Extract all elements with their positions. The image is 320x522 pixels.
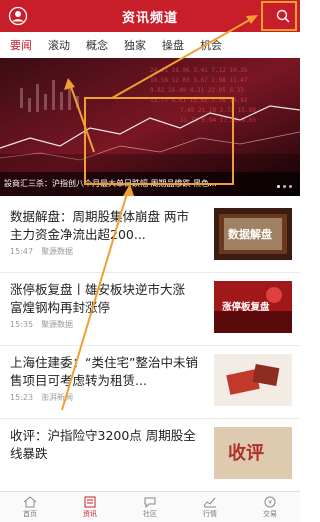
news-thumbnail: 收评 [214, 427, 292, 479]
nav-label: 首页 [23, 509, 37, 518]
tab-dujia[interactable]: 独家 [122, 37, 148, 53]
news-time: 15:35 [10, 320, 34, 329]
nav-label: 行情 [203, 509, 217, 518]
page-title: 资讯频道 [121, 10, 178, 26]
bottom-nav: 首页 资讯 社区 行情 ¥ 交易 [0, 491, 300, 522]
list-item[interactable]: 收评：沪指险守3200点 周期股全线暴跌 收评 [0, 419, 300, 492]
tab-jihui[interactable]: 机会 [198, 37, 224, 53]
svg-text:24.21 18.96 3.41 7.12 10.25: 24.21 18.96 3.41 7.12 10.25 [150, 67, 248, 74]
news-source: 聚源数据 [41, 247, 74, 256]
carousel-dots [277, 185, 292, 188]
news-meta: 15:47 聚源数据 [10, 246, 73, 257]
hero-banner[interactable]: 24.21 18.96 3.41 7.12 10.25 18.56 12.03 … [0, 58, 300, 196]
nav-community[interactable]: 社区 [120, 492, 180, 522]
news-list: 数据解盘：周期股集体崩盘 两市主力资金净流出超200... 15:47 聚源数据 … [0, 200, 300, 492]
chat-icon [144, 497, 156, 508]
app-header: 资讯频道 [0, 0, 300, 32]
market-icon [203, 497, 216, 507]
tab-gainian[interactable]: 概念 [84, 37, 110, 53]
news-title: 涨停板复盘丨雄安板块逆市大涨 富煌钢构再封涨停 [10, 282, 186, 315]
thumb-label: 收评 [228, 443, 264, 464]
news-meta: 15:23 澎湃新闻 [10, 392, 73, 403]
list-item[interactable]: 上海住建委：“类住宅”整治中未销售项目可考虑转为租赁... 15:23 澎湃新闻 [0, 346, 300, 419]
hero-caption: 設商汇三杀：沪指创八个月最大单日跌幅 周期品惨跌 黑色... [0, 172, 300, 196]
news-thumbnail: 涨停板复盘 [214, 281, 292, 333]
news-time: 15:47 [10, 247, 34, 256]
nav-market[interactable]: 行情 [180, 492, 240, 522]
news-icon [84, 496, 96, 507]
svg-text:13.77 8.01 19.62 3.56 14.92: 13.77 8.01 19.62 3.56 14.92 [150, 97, 248, 104]
user-icon[interactable] [8, 6, 28, 26]
news-time: 15:23 [10, 393, 34, 402]
list-item[interactable]: 数据解盘：周期股集体崩盘 两市主力资金净流出超200... 15:47 聚源数据 … [0, 200, 300, 273]
trade-icon: ¥ [264, 496, 276, 507]
news-meta: 15:35 聚源数据 [10, 319, 73, 330]
svg-text:7.45 21.19 2.73 15.88: 7.45 21.19 2.73 15.88 [180, 107, 256, 114]
svg-text:9.82 16.40 4.21 22.05 6.33: 9.82 16.40 4.21 22.05 6.33 [150, 87, 244, 94]
nav-label: 社区 [143, 509, 157, 518]
news-thumbnail: 数据解盘 [214, 208, 292, 260]
svg-text:¥: ¥ [268, 499, 272, 506]
news-title: 收评：沪指险守3200点 周期股全线暴跌 [10, 428, 196, 461]
home-icon [23, 495, 37, 507]
nav-label: 交易 [263, 509, 277, 518]
channel-tabs: 要闻 滚动 概念 独家 操盘 机会 [0, 32, 300, 60]
tab-caopan[interactable]: 操盘 [160, 37, 186, 53]
svg-text:18.56 12.03 5.67 2.98 11.47: 18.56 12.03 5.67 2.98 11.47 [150, 77, 248, 84]
search-icon[interactable] [272, 5, 294, 27]
nav-home[interactable]: 首页 [0, 492, 60, 522]
tab-gundong[interactable]: 滚动 [46, 37, 72, 53]
news-source: 聚源数据 [41, 320, 74, 329]
nav-trade[interactable]: ¥ 交易 [240, 492, 300, 522]
thumb-label: 涨停板复盘 [222, 302, 270, 313]
list-item[interactable]: 涨停板复盘丨雄安板块逆市大涨 富煌钢构再封涨停 15:35 聚源数据 涨停板复盘 [0, 273, 300, 346]
thumb-label: 数据解盘 [228, 228, 272, 241]
nav-news[interactable]: 资讯 [60, 492, 120, 522]
news-source: 澎湃新闻 [41, 393, 74, 402]
news-meta [10, 465, 18, 474]
news-thumbnail [214, 354, 292, 406]
nav-label: 资讯 [83, 509, 97, 518]
news-title: 上海住建委：“类住宅”整治中未销售项目可考虑转为租赁... [10, 355, 198, 388]
news-title: 数据解盘：周期股集体崩盘 两市主力资金净流出超200... [10, 209, 189, 242]
tab-yaowen[interactable]: 要闻 [8, 37, 34, 60]
